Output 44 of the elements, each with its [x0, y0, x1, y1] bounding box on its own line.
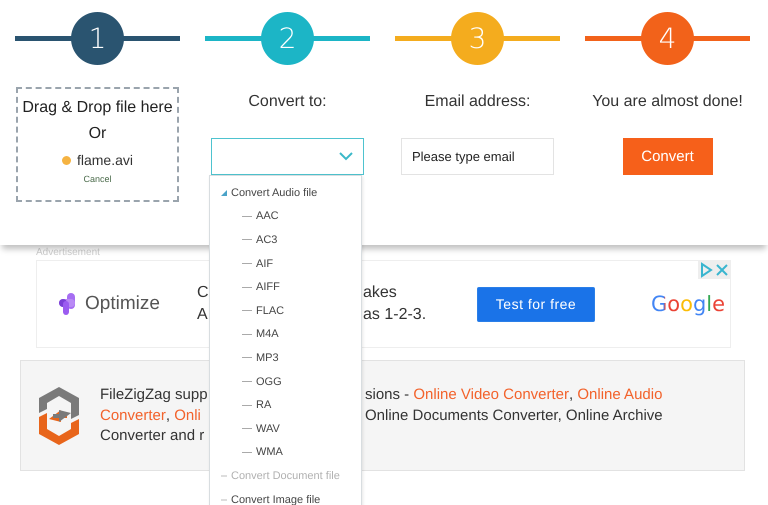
file-name: flame.avi	[76, 152, 134, 168]
format-option[interactable]: AAC	[256, 210, 279, 222]
drop-instruction: Drag & Drop file here	[22, 99, 173, 117]
format-option[interactable]: AC3	[256, 234, 278, 246]
google-logo: Google	[651, 292, 726, 316]
format-option[interactable]: MP3	[256, 352, 279, 364]
format-option[interactable]: M4A	[256, 328, 279, 340]
format-option[interactable]: AIFF	[256, 281, 280, 294]
tree-group-item[interactable]: Convert Audio file	[231, 186, 318, 199]
step-number: 2	[261, 12, 314, 64]
test-button[interactable]: Test for free	[477, 286, 595, 322]
info-text: ,	[166, 406, 172, 426]
format-option[interactable]: RA	[256, 399, 272, 412]
info-text: Online Documents Converter, Online Archive	[365, 406, 663, 426]
ad-text: as 1-2-3.	[363, 305, 428, 325]
step-label: You are almost done!	[592, 93, 743, 111]
email-field[interactable]: Please type email	[401, 138, 554, 175]
step-number: 4	[641, 12, 694, 64]
ad-text: akes	[363, 283, 398, 303]
format-option[interactable]: WMA	[256, 446, 283, 458]
format-select[interactable]	[211, 138, 364, 175]
ad-text: A	[197, 305, 209, 325]
tree-group-item[interactable]: Convert Image file	[231, 494, 320, 505]
info-text: ,	[569, 385, 574, 405]
step-number: 1	[71, 12, 124, 64]
cancel-link[interactable]: Cancel	[83, 174, 112, 184]
info-text: Converter and r	[100, 426, 204, 446]
format-option[interactable]: OGG	[256, 376, 282, 388]
drop-zone[interactable]: Drag & Drop file here Or flame.avi Cancel	[16, 87, 179, 202]
format-option[interactable]: WAV	[256, 422, 280, 435]
or-text: Or	[88, 125, 106, 143]
chevron-down-icon	[339, 152, 353, 161]
ad-choices-icon	[698, 261, 714, 279]
format-option[interactable]: FLAC	[256, 304, 284, 317]
step-label: Email address:	[424, 93, 530, 111]
file-status-dot	[62, 156, 71, 164]
brand-name: Optimize	[85, 293, 160, 315]
info-text: sions -	[365, 385, 410, 405]
format-option[interactable]: AIF	[256, 258, 274, 270]
optimize-logo-icon	[57, 292, 77, 316]
ad-text: C	[197, 283, 210, 303]
step-number: 3	[451, 12, 504, 64]
step-label: Convert to:	[248, 93, 327, 111]
info-text: FileZigZag supp	[100, 385, 208, 405]
